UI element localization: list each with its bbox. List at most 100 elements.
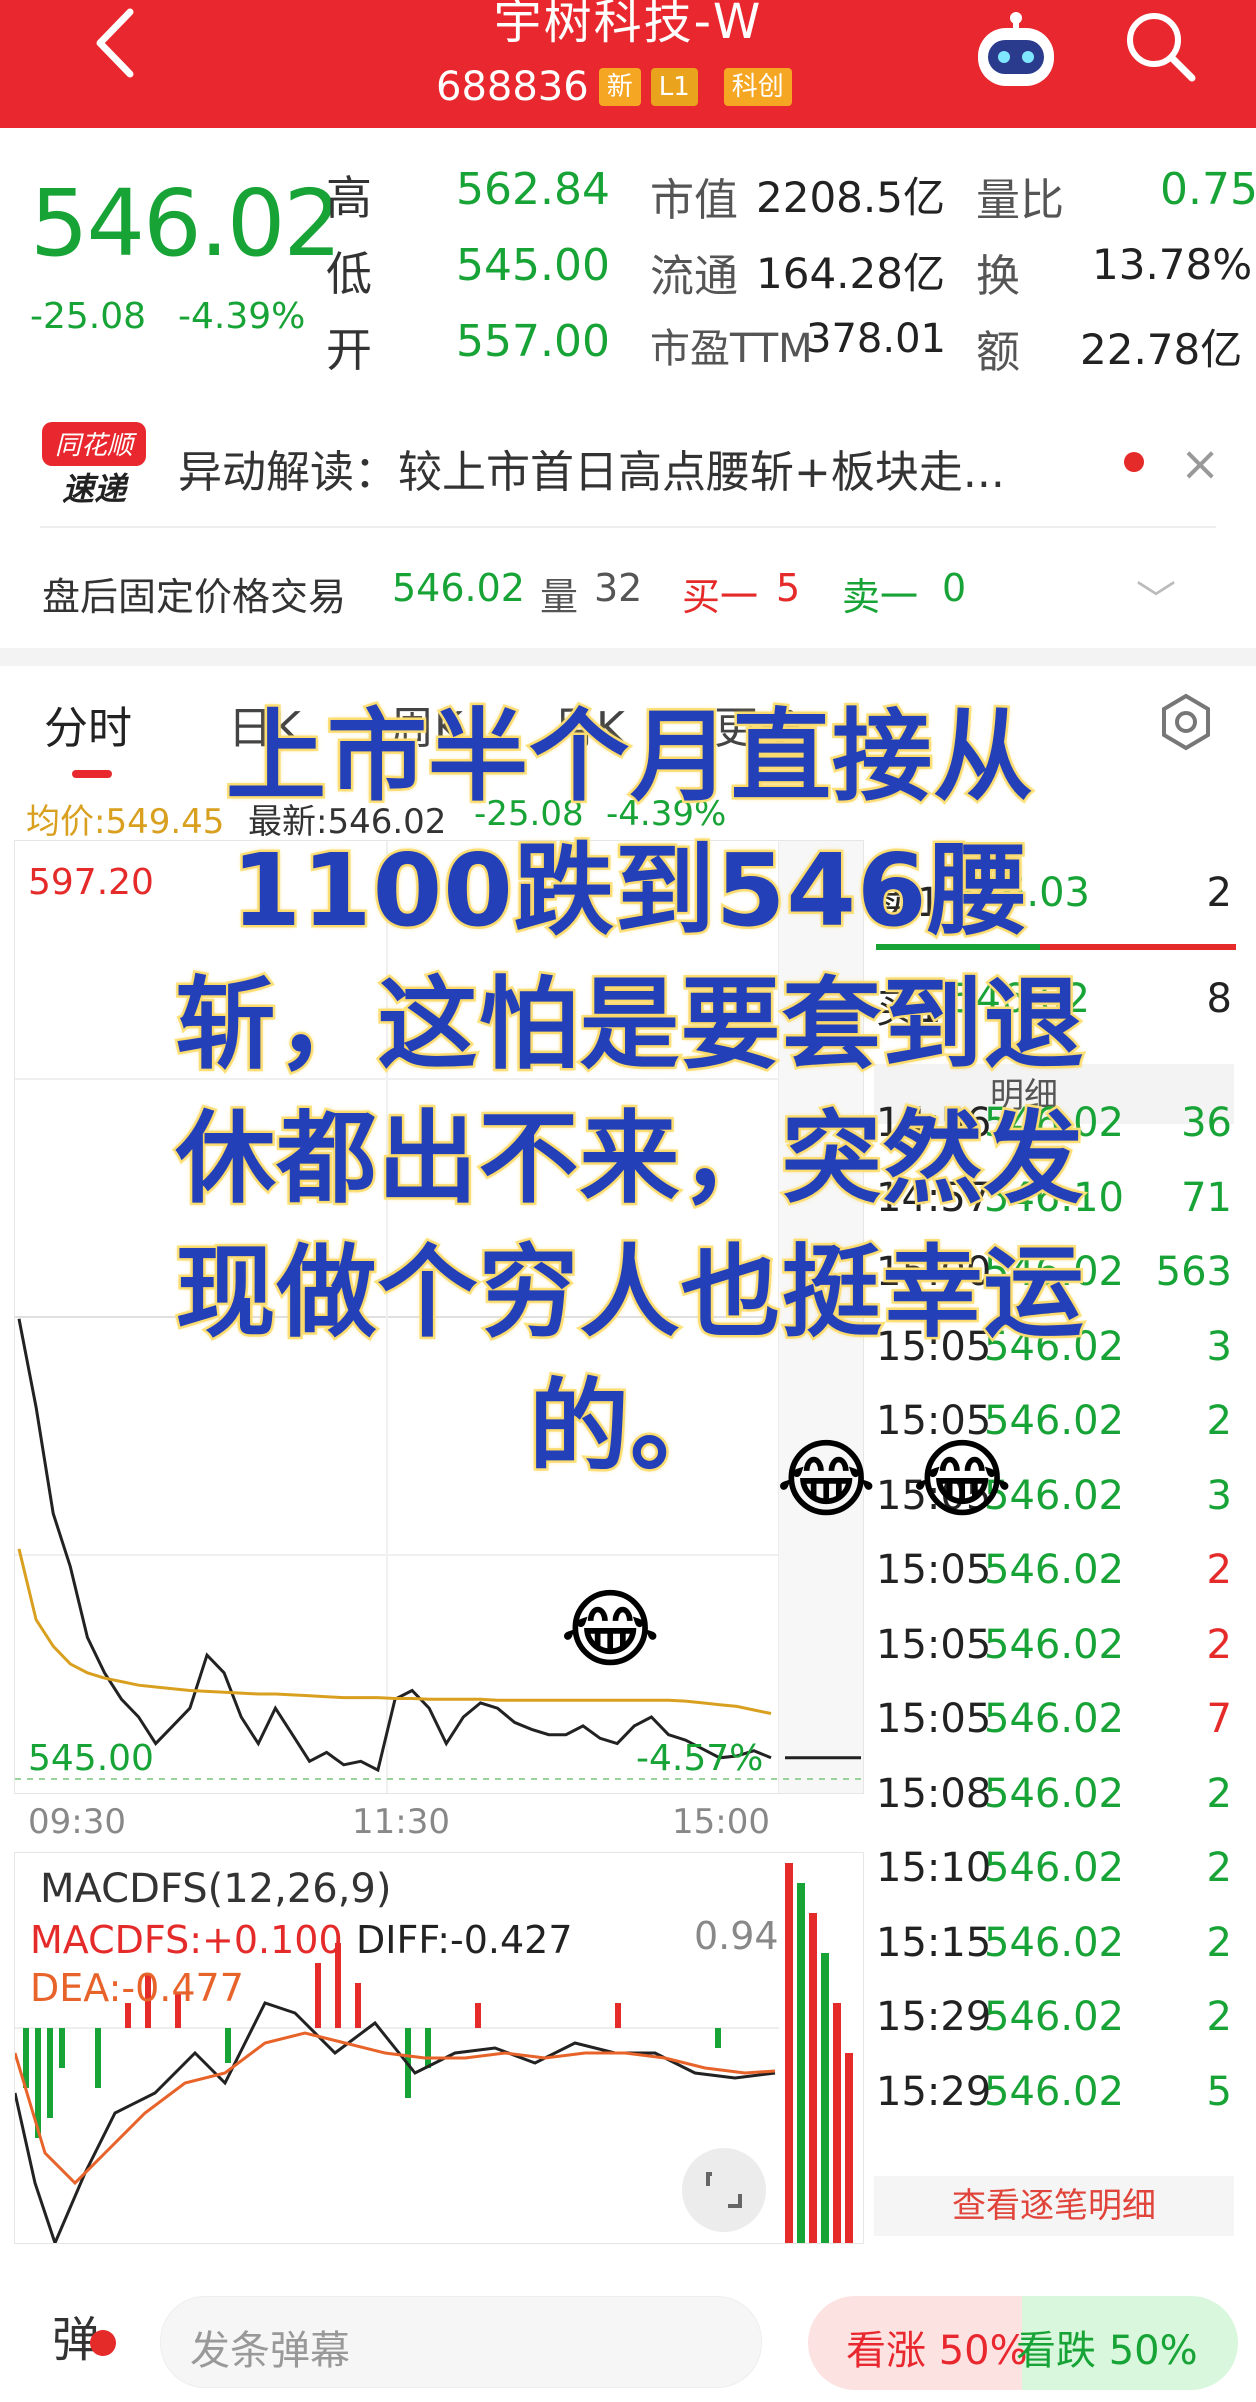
search-icon[interactable] <box>1120 6 1200 86</box>
after-hours-sell1-label: 卖一 <box>842 575 919 619</box>
amount-label: 额 <box>976 327 1020 378</box>
sell1-vol: 2 <box>1206 870 1232 916</box>
pe-label: 市盈TTM <box>650 326 813 372</box>
tick-price: 546.02 <box>984 1621 1124 1668</box>
tick-time: 15:29 <box>876 2068 992 2115</box>
turnover-value: 13.78% <box>1092 240 1253 289</box>
svg-text:同花顺: 同花顺 <box>55 431 138 461</box>
bearish-label: 看跌 50% <box>1016 2328 1198 2374</box>
tick-time: 15:05 <box>876 1696 992 1742</box>
macd-max-value: 0.94 <box>694 1914 779 1958</box>
x-tick-label: 09:30 <box>28 1802 126 1842</box>
tick-volume: 2 <box>1206 1994 1232 2040</box>
laughing-emoji-icon: 😂 <box>560 1580 661 1680</box>
y-axis-top-label: 597.20 <box>28 862 154 903</box>
turnover-label: 换 <box>976 251 1020 302</box>
vol-ratio-value: 0.75 <box>1160 164 1256 215</box>
tick-volume: 563 <box>1155 1249 1232 1295</box>
tick-price: 546.02 <box>984 1845 1124 1891</box>
tick-volume: 7 <box>1206 1696 1232 1742</box>
open-label: 开 <box>326 323 372 377</box>
l1-tag: L1 <box>650 68 698 106</box>
tick-price: 546.02 <box>984 2068 1124 2115</box>
tick-volume: 3 <box>1206 1323 1232 1370</box>
amount-value: 22.78亿 <box>1080 325 1243 374</box>
tick-volume: 2 <box>1206 1398 1232 1444</box>
diff-value: DIFF:-0.427 <box>356 1918 573 1962</box>
buy1-vol: 8 <box>1206 976 1232 1022</box>
macd-title[interactable]: MACDFS(12,26,9) <box>40 1866 391 1912</box>
bottom-pct-label: -4.57% <box>636 1738 764 1779</box>
mcap-label: 市值 <box>650 175 738 226</box>
tick-price: 546.02 <box>984 1547 1124 1593</box>
diff-line <box>13 2001 776 2248</box>
price-change-pct: -4.39% <box>178 296 306 337</box>
low-value: 545.00 <box>456 240 610 291</box>
tick-volume: 2 <box>1206 1919 1232 1966</box>
high-value: 562.84 <box>456 164 610 215</box>
bullish-label: 看涨 50% <box>846 2328 1028 2374</box>
top-bar: 宇树科技-W 688836 新 L1 科创 <box>0 0 1256 128</box>
view-tick-details-button[interactable]: 查看逐笔明细 <box>874 2176 1234 2236</box>
after-hours-vol-label: 量 <box>540 575 579 619</box>
tick-time: 15:05 <box>876 1547 992 1593</box>
float-value: 164.28亿 <box>756 249 945 298</box>
overlay-caption: 上市半个月直接从1100跌到546腰斩，这怕是要套到退休都出不来，突然发现做个穷… <box>173 696 1086 1488</box>
star-market-tag: 科创 <box>723 68 792 106</box>
last-price: 546.02 <box>30 170 342 277</box>
divider <box>40 526 1216 528</box>
open-value: 557.00 <box>456 316 610 367</box>
laughing-emoji-icon: 😂 <box>776 1430 877 1530</box>
tick-time: 15:05 <box>876 1621 992 1668</box>
price-change: -25.08 <box>30 296 147 337</box>
high-label: 高 <box>326 171 372 225</box>
tick-price: 546.02 <box>984 1696 1124 1742</box>
chevron-down-icon[interactable]: ﹀ <box>1136 568 1176 626</box>
tick-volume: 2 <box>1206 1770 1232 1817</box>
tick-volume: 2 <box>1206 1845 1232 1891</box>
tick-time: 15:08 <box>876 1770 992 1817</box>
dea-value: DEA:-0.477 <box>30 1966 244 2010</box>
tick-price: 546.02 <box>984 1919 1124 1966</box>
tick-price: 546.02 <box>984 1994 1124 2040</box>
x-tick-label: 15:00 <box>672 1802 770 1842</box>
tick-volume: 3 <box>1206 1472 1232 1519</box>
float-label: 流通 <box>650 251 738 302</box>
after-hours-buy1: 5 <box>776 566 801 610</box>
tick-volume: 2 <box>1206 1547 1232 1593</box>
pe-value: 378.01 <box>806 316 946 362</box>
danmu-icon[interactable]: 弹 <box>52 2300 116 2370</box>
settings-icon[interactable] <box>1156 692 1216 752</box>
y-axis-bottom-label: 545.00 <box>28 1738 154 1779</box>
expand-icon[interactable] <box>682 2148 766 2232</box>
tick-time: 15:15 <box>876 1919 992 1966</box>
close-icon[interactable]: × <box>1180 436 1220 492</box>
danmu-placeholder: 发条弹幕 <box>190 2328 350 2374</box>
laughing-emoji-icon: 😂 <box>912 1430 1013 1530</box>
unread-dot <box>1124 452 1144 472</box>
stock-code-row: 688836 新 L1 科创 <box>436 60 792 114</box>
section-gap <box>0 648 1256 666</box>
tick-time: 15:29 <box>876 1994 992 2040</box>
stock-title: 宇树科技-W <box>493 0 763 50</box>
ths-express-logo: 同花顺 速递 <box>42 422 146 510</box>
low-label: 低 <box>326 247 372 301</box>
after-hours-sell1: 0 <box>942 566 967 610</box>
macd-value: MACDFS:+0.100 <box>30 1918 343 1962</box>
tick-volume: 2 <box>1206 1621 1232 1668</box>
x-tick-label: 11:30 <box>352 1802 450 1842</box>
after-hours-price: 546.02 <box>392 566 525 610</box>
after-hours-label: 盘后固定价格交易 <box>42 575 347 619</box>
active-tab-indicator <box>72 770 112 778</box>
tick-volume: 36 <box>1181 1100 1232 1146</box>
vol-ratio-label: 量比 <box>976 175 1064 226</box>
svg-text:速递: 速递 <box>62 470 129 508</box>
news-headline[interactable]: 异动解读：较上市首日高点腰斩+板块走... <box>178 436 1005 500</box>
tab-intraday[interactable]: 分时 <box>44 692 132 756</box>
robot-assistant-icon[interactable] <box>970 10 1062 92</box>
tick-time: 15:10 <box>876 1845 992 1891</box>
after-hours-buy1-label: 买一 <box>682 575 759 619</box>
after-hours-vol: 32 <box>594 566 643 610</box>
stock-code: 688836 <box>436 64 589 110</box>
tick-volume: 5 <box>1206 2068 1232 2115</box>
